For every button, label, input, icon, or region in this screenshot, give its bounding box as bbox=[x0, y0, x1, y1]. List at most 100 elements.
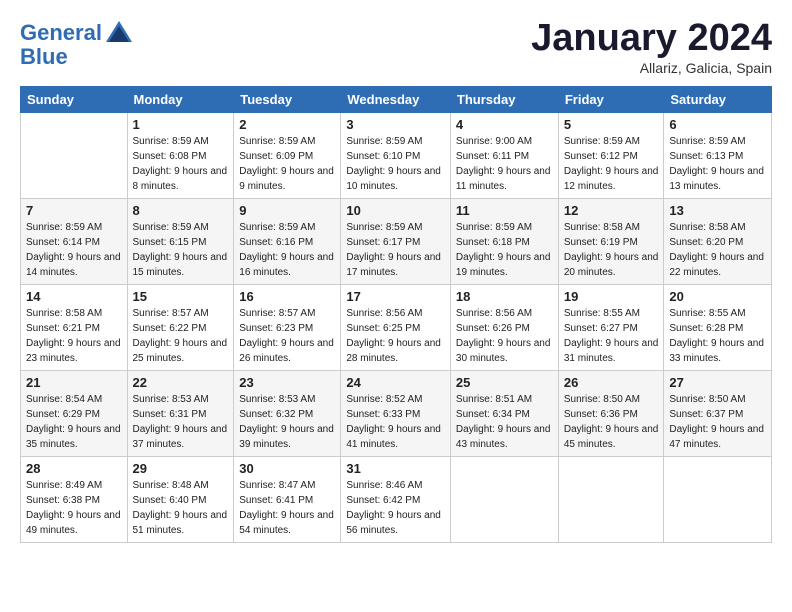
calendar-day bbox=[664, 456, 772, 542]
header: General Blue January 2024 Allariz, Galic… bbox=[20, 18, 772, 76]
day-info: Sunrise: 8:55 AM Sunset: 6:27 PM Dayligh… bbox=[564, 306, 659, 366]
daylight-text: Daylight: 9 hours and 30 minutes. bbox=[456, 338, 551, 364]
day-number: 25 bbox=[456, 375, 553, 390]
sunrise-text: Sunrise: 8:51 AM bbox=[456, 394, 532, 405]
day-info: Sunrise: 8:48 AM Sunset: 6:40 PM Dayligh… bbox=[133, 478, 229, 538]
sunrise-text: Sunrise: 8:55 AM bbox=[669, 308, 745, 319]
day-number: 19 bbox=[564, 289, 659, 304]
day-number: 22 bbox=[133, 375, 229, 390]
day-number: 8 bbox=[133, 203, 229, 218]
calendar-day: 2 Sunrise: 8:59 AM Sunset: 6:09 PM Dayli… bbox=[234, 112, 341, 198]
day-info: Sunrise: 8:53 AM Sunset: 6:31 PM Dayligh… bbox=[133, 392, 229, 452]
day-number: 15 bbox=[133, 289, 229, 304]
calendar-week-row-4: 21 Sunrise: 8:54 AM Sunset: 6:29 PM Dayl… bbox=[21, 370, 772, 456]
calendar-day: 29 Sunrise: 8:48 AM Sunset: 6:40 PM Dayl… bbox=[127, 456, 234, 542]
calendar-day: 20 Sunrise: 8:55 AM Sunset: 6:28 PM Dayl… bbox=[664, 284, 772, 370]
calendar-day: 19 Sunrise: 8:55 AM Sunset: 6:27 PM Dayl… bbox=[558, 284, 664, 370]
sunrise-text: Sunrise: 8:46 AM bbox=[346, 480, 422, 491]
logo-blue-text: Blue bbox=[20, 44, 68, 69]
calendar-day: 7 Sunrise: 8:59 AM Sunset: 6:14 PM Dayli… bbox=[21, 198, 128, 284]
calendar-day: 31 Sunrise: 8:46 AM Sunset: 6:42 PM Dayl… bbox=[341, 456, 451, 542]
sunset-text: Sunset: 6:10 PM bbox=[346, 151, 420, 162]
daylight-text: Daylight: 9 hours and 47 minutes. bbox=[669, 424, 764, 450]
day-info: Sunrise: 8:57 AM Sunset: 6:23 PM Dayligh… bbox=[239, 306, 335, 366]
day-info: Sunrise: 8:50 AM Sunset: 6:37 PM Dayligh… bbox=[669, 392, 766, 452]
calendar-page: General Blue January 2024 Allariz, Galic… bbox=[0, 0, 792, 612]
daylight-text: Daylight: 9 hours and 26 minutes. bbox=[239, 338, 334, 364]
col-sunday: Sunday bbox=[21, 86, 128, 112]
daylight-text: Daylight: 9 hours and 28 minutes. bbox=[346, 338, 441, 364]
sunrise-text: Sunrise: 8:53 AM bbox=[133, 394, 209, 405]
daylight-text: Daylight: 9 hours and 25 minutes. bbox=[133, 338, 228, 364]
day-number: 17 bbox=[346, 289, 445, 304]
sunrise-text: Sunrise: 8:47 AM bbox=[239, 480, 315, 491]
day-info: Sunrise: 8:52 AM Sunset: 6:33 PM Dayligh… bbox=[346, 392, 445, 452]
daylight-text: Daylight: 9 hours and 23 minutes. bbox=[26, 338, 121, 364]
sunrise-text: Sunrise: 8:53 AM bbox=[239, 394, 315, 405]
sunset-text: Sunset: 6:09 PM bbox=[239, 151, 313, 162]
daylight-text: Daylight: 9 hours and 49 minutes. bbox=[26, 510, 121, 536]
day-number: 21 bbox=[26, 375, 122, 390]
calendar-day: 23 Sunrise: 8:53 AM Sunset: 6:32 PM Dayl… bbox=[234, 370, 341, 456]
sunrise-text: Sunrise: 8:59 AM bbox=[564, 136, 640, 147]
sunrise-text: Sunrise: 8:58 AM bbox=[564, 222, 640, 233]
sunset-text: Sunset: 6:34 PM bbox=[456, 409, 530, 420]
daylight-text: Daylight: 9 hours and 12 minutes. bbox=[564, 166, 659, 192]
daylight-text: Daylight: 9 hours and 8 minutes. bbox=[133, 166, 228, 192]
daylight-text: Daylight: 9 hours and 9 minutes. bbox=[239, 166, 334, 192]
calendar-day: 13 Sunrise: 8:58 AM Sunset: 6:20 PM Dayl… bbox=[664, 198, 772, 284]
day-number: 5 bbox=[564, 117, 659, 132]
col-saturday: Saturday bbox=[664, 86, 772, 112]
logo: General Blue bbox=[20, 18, 134, 70]
calendar-day: 10 Sunrise: 8:59 AM Sunset: 6:17 PM Dayl… bbox=[341, 198, 451, 284]
sunrise-text: Sunrise: 8:50 AM bbox=[564, 394, 640, 405]
sunset-text: Sunset: 6:28 PM bbox=[669, 323, 743, 334]
calendar-day: 16 Sunrise: 8:57 AM Sunset: 6:23 PM Dayl… bbox=[234, 284, 341, 370]
calendar-day: 22 Sunrise: 8:53 AM Sunset: 6:31 PM Dayl… bbox=[127, 370, 234, 456]
day-number: 16 bbox=[239, 289, 335, 304]
col-friday: Friday bbox=[558, 86, 664, 112]
calendar-day: 4 Sunrise: 9:00 AM Sunset: 6:11 PM Dayli… bbox=[450, 112, 558, 198]
day-number: 31 bbox=[346, 461, 445, 476]
day-number: 11 bbox=[456, 203, 553, 218]
daylight-text: Daylight: 9 hours and 33 minutes. bbox=[669, 338, 764, 364]
sunrise-text: Sunrise: 8:56 AM bbox=[346, 308, 422, 319]
day-number: 24 bbox=[346, 375, 445, 390]
day-info: Sunrise: 8:59 AM Sunset: 6:15 PM Dayligh… bbox=[133, 220, 229, 280]
calendar-day: 11 Sunrise: 8:59 AM Sunset: 6:18 PM Dayl… bbox=[450, 198, 558, 284]
calendar-day bbox=[21, 112, 128, 198]
daylight-text: Daylight: 9 hours and 43 minutes. bbox=[456, 424, 551, 450]
daylight-text: Daylight: 9 hours and 31 minutes. bbox=[564, 338, 659, 364]
logo-text: General bbox=[20, 21, 102, 45]
calendar-day bbox=[450, 456, 558, 542]
sunrise-text: Sunrise: 8:57 AM bbox=[133, 308, 209, 319]
sunset-text: Sunset: 6:20 PM bbox=[669, 237, 743, 248]
daylight-text: Daylight: 9 hours and 37 minutes. bbox=[133, 424, 228, 450]
sunset-text: Sunset: 6:27 PM bbox=[564, 323, 638, 334]
day-number: 12 bbox=[564, 203, 659, 218]
day-number: 30 bbox=[239, 461, 335, 476]
daylight-text: Daylight: 9 hours and 17 minutes. bbox=[346, 252, 441, 278]
sunset-text: Sunset: 6:42 PM bbox=[346, 495, 420, 506]
calendar-day: 17 Sunrise: 8:56 AM Sunset: 6:25 PM Dayl… bbox=[341, 284, 451, 370]
day-info: Sunrise: 8:59 AM Sunset: 6:12 PM Dayligh… bbox=[564, 134, 659, 194]
sunset-text: Sunset: 6:32 PM bbox=[239, 409, 313, 420]
sunset-text: Sunset: 6:33 PM bbox=[346, 409, 420, 420]
day-info: Sunrise: 8:57 AM Sunset: 6:22 PM Dayligh… bbox=[133, 306, 229, 366]
daylight-text: Daylight: 9 hours and 35 minutes. bbox=[26, 424, 121, 450]
calendar-day: 26 Sunrise: 8:50 AM Sunset: 6:36 PM Dayl… bbox=[558, 370, 664, 456]
sunrise-text: Sunrise: 8:48 AM bbox=[133, 480, 209, 491]
month-title: January 2024 bbox=[531, 18, 772, 60]
sunrise-text: Sunrise: 8:59 AM bbox=[133, 222, 209, 233]
daylight-text: Daylight: 9 hours and 14 minutes. bbox=[26, 252, 121, 278]
daylight-text: Daylight: 9 hours and 51 minutes. bbox=[133, 510, 228, 536]
daylight-text: Daylight: 9 hours and 20 minutes. bbox=[564, 252, 659, 278]
sunset-text: Sunset: 6:40 PM bbox=[133, 495, 207, 506]
calendar-day: 27 Sunrise: 8:50 AM Sunset: 6:37 PM Dayl… bbox=[664, 370, 772, 456]
calendar-week-row-5: 28 Sunrise: 8:49 AM Sunset: 6:38 PM Dayl… bbox=[21, 456, 772, 542]
day-info: Sunrise: 8:54 AM Sunset: 6:29 PM Dayligh… bbox=[26, 392, 122, 452]
calendar-day: 1 Sunrise: 8:59 AM Sunset: 6:08 PM Dayli… bbox=[127, 112, 234, 198]
day-number: 2 bbox=[239, 117, 335, 132]
sunrise-text: Sunrise: 8:58 AM bbox=[669, 222, 745, 233]
day-info: Sunrise: 8:49 AM Sunset: 6:38 PM Dayligh… bbox=[26, 478, 122, 538]
